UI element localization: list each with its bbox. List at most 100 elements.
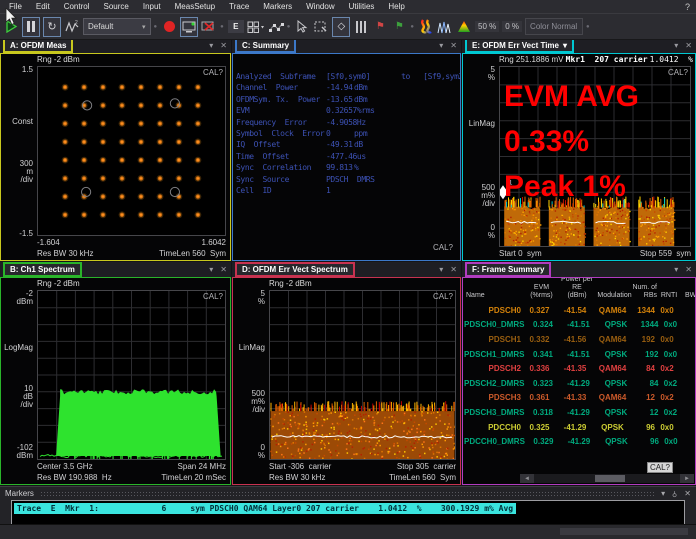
markers-close-icon[interactable]: ✕ xyxy=(684,489,691,498)
marker-value: 1.0412 % xyxy=(650,55,693,64)
panel-menu-caret-icon[interactable]: ▾ xyxy=(209,265,213,274)
panel-menu-caret-icon[interactable]: ▾ xyxy=(674,41,678,50)
marker-lines-button[interactable] xyxy=(353,18,369,36)
markers-menu-caret-icon[interactable]: ▾ xyxy=(661,489,665,498)
column-header[interactable]: BW xyxy=(681,292,696,300)
summary-row: Frequency Error-4.9058Hz xyxy=(236,118,458,129)
panel-tab-c[interactable]: C: Summary xyxy=(235,38,296,53)
trace-points-button[interactable] xyxy=(268,18,284,36)
panel-tab-a[interactable]: A: OFDM Meas xyxy=(3,38,73,53)
table-row[interactable]: PDSCH0_DMRS0.324-41.51QPSK13440x0 xyxy=(464,318,694,333)
title-grip-texture xyxy=(40,491,655,496)
table-row[interactable]: PDSCH00.327-41.54QAM6413440x0 xyxy=(464,303,694,318)
pause-button[interactable] xyxy=(22,17,40,37)
panel-close-icon[interactable]: ✕ xyxy=(220,265,227,274)
display-on-button[interactable] xyxy=(180,17,198,37)
panel-tab-b[interactable]: B: Ch1 Spectrum xyxy=(3,262,82,277)
layout-grid-button[interactable] xyxy=(247,18,265,36)
panel-menu-caret-icon[interactable]: ▾ xyxy=(439,41,443,50)
table-row[interactable]: PDSCH1_DMRS0.341-41.51QPSK1920x0 xyxy=(464,347,694,362)
y-axis-top-label: 1.5 xyxy=(1,66,33,74)
display-off-button[interactable] xyxy=(201,18,217,36)
marker-row[interactable]: Trace E Mkr 1: 6 sym PDSCH0 QAM64 Layer0… xyxy=(14,503,516,514)
scrollbar-thumb[interactable] xyxy=(595,475,624,482)
range-readout: Rng -2 dBm xyxy=(37,279,80,288)
table-row[interactable]: PDSCH2_DMRS0.323-41.29QPSK840x2 xyxy=(464,376,694,391)
panel-close-icon[interactable]: ✕ xyxy=(685,265,692,274)
cal-indicator: CAL? xyxy=(668,68,688,77)
restart-button[interactable]: ↻ xyxy=(43,17,61,37)
table-rows: PDSCH00.327-41.54QAM6413440x0PDSCH0_DMRS… xyxy=(464,303,694,449)
trace-format-label: Const xyxy=(1,118,33,126)
threshold-pct[interactable]: 0 % xyxy=(502,21,522,32)
panel-tab-f[interactable]: F: Frame Summary xyxy=(465,262,551,277)
panel-tab-d[interactable]: D: OFDM Err Vect Spectrum xyxy=(235,262,355,277)
menu-markers[interactable]: Markers xyxy=(256,2,299,11)
menu-meassetup[interactable]: MeasSetup xyxy=(168,2,222,11)
marker-flag-red-button[interactable]: ⚑ xyxy=(372,18,388,36)
panel-menu-caret-icon[interactable]: ▾ xyxy=(439,265,443,274)
cal-indicator: CAL? xyxy=(433,243,453,252)
err-vect-spectrum-plot[interactable] xyxy=(269,290,456,460)
scroll-left-icon[interactable]: ◄ xyxy=(520,474,534,483)
marker-diamond-button[interactable]: ◇ xyxy=(332,17,350,37)
help-icon[interactable]: ? xyxy=(685,2,690,12)
scroll-right-icon[interactable]: ► xyxy=(680,474,694,483)
table-row[interactable]: PDSCH10.332-41.56QAM641920x0 xyxy=(464,332,694,347)
panel-close-icon[interactable]: ✕ xyxy=(685,41,692,50)
menu-source[interactable]: Source xyxy=(96,2,135,11)
menu-input[interactable]: Input xyxy=(136,2,168,11)
spectrogram-button[interactable] xyxy=(418,18,434,36)
record-button[interactable] xyxy=(161,18,177,36)
panel-close-icon[interactable]: ✕ xyxy=(450,265,457,274)
scrollbar-track[interactable] xyxy=(534,474,680,483)
panel-menu-caret-icon[interactable]: ▾ xyxy=(209,41,213,50)
table-row[interactable]: PDCCH00.325-41.29QPSK960x0 xyxy=(464,420,694,435)
table-row[interactable]: PDSCH20.336-41.35QAM64840x2 xyxy=(464,361,694,376)
panel-tab-e[interactable]: E: OFDM Err Vect Time▾ xyxy=(465,38,574,53)
panel-title-bar: B: Ch1 Spectrum ▾ ✕ xyxy=(0,262,231,277)
table-row[interactable]: PDCCH0_DMRS0.329-41.29QPSK960x0 xyxy=(464,434,694,449)
column-header[interactable]: Num. of RBs xyxy=(632,284,657,300)
vertical-bars-icon xyxy=(356,21,366,33)
density-button[interactable] xyxy=(456,18,472,36)
measurement-e-button[interactable]: E xyxy=(228,20,244,33)
menu-trace[interactable]: Trace xyxy=(222,2,256,11)
preset-dropdown[interactable]: Default ▾ xyxy=(83,18,151,35)
markers-pin-icon[interactable]: ⚲ xyxy=(672,489,677,498)
table-row[interactable]: PDSCH30.361-41.33QAM64120x2 xyxy=(464,391,694,406)
marker-flag-green-button[interactable]: ⚑ xyxy=(391,18,407,36)
zoom-select-button[interactable] xyxy=(313,18,329,36)
menu-utilities[interactable]: Utilities xyxy=(342,2,382,11)
menu-window[interactable]: Window xyxy=(299,2,341,11)
menu-help[interactable]: Help xyxy=(381,2,411,11)
panel-menu-caret-icon[interactable]: ▾ xyxy=(674,265,678,274)
menu-file[interactable]: File xyxy=(2,2,29,11)
y-axis-top-label: 5% xyxy=(233,290,265,306)
menu-control[interactable]: Control xyxy=(57,2,97,11)
column-header[interactable]: Power per RE (dBm) xyxy=(557,277,597,300)
play-button[interactable] xyxy=(3,18,19,36)
panel-frame-summary: F: Frame Summary ▾ ✕ NameEVM (%rms)Power … xyxy=(462,262,696,485)
persistence-pct[interactable]: 50 % xyxy=(475,21,499,32)
constellation-plot[interactable] xyxy=(37,66,226,236)
table-row[interactable]: PDSCH3_DMRS0.318-41.29QPSK120x2 xyxy=(464,405,694,420)
horizontal-scrollbar[interactable]: ◄ ► xyxy=(520,474,694,483)
summary-row: IQ Offset-49.31dB xyxy=(236,140,458,151)
menu-edit[interactable]: Edit xyxy=(29,2,57,11)
persistence-button[interactable] xyxy=(437,18,453,36)
monitor-icon xyxy=(182,21,197,33)
y-axis-top-label: 5% xyxy=(463,66,495,82)
panel-close-icon[interactable]: ✕ xyxy=(220,41,227,50)
toolbar-separator-dots: ● xyxy=(154,24,159,30)
column-header[interactable]: Modulation xyxy=(597,292,632,300)
sweep-settings-button[interactable]: 2 xyxy=(64,18,80,36)
column-header[interactable]: EVM (%rms) xyxy=(526,284,557,300)
select-cursor-button[interactable] xyxy=(294,18,310,36)
column-header[interactable]: RNTI xyxy=(657,292,681,300)
range-readout: Rng -2 dBm xyxy=(269,279,312,288)
column-header[interactable]: Name xyxy=(464,292,526,300)
color-mode-dropdown[interactable]: Color Normal xyxy=(525,18,583,35)
panel-close-icon[interactable]: ✕ xyxy=(450,41,457,50)
spectrum-plot[interactable] xyxy=(37,290,226,460)
